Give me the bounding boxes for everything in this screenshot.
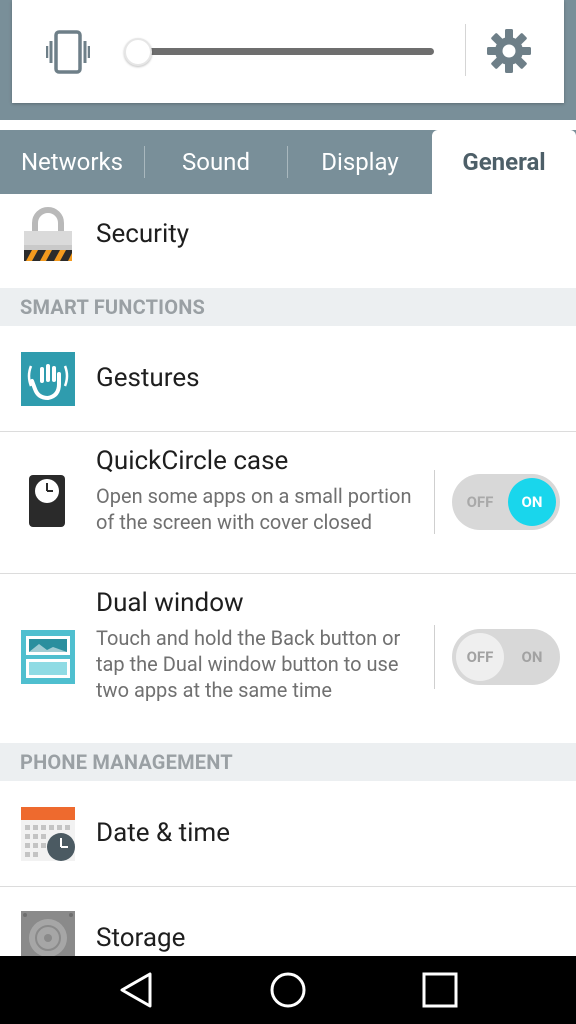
quickcircle-description: Open some apps on a small portion of the… bbox=[96, 484, 412, 534]
vibrate-icon[interactable] bbox=[46, 29, 90, 75]
quickcircle-title: QuickCircle case bbox=[96, 446, 289, 476]
card-divider bbox=[465, 24, 466, 76]
quickcircle-case-icon bbox=[29, 475, 65, 527]
storage-icon bbox=[21, 911, 75, 956]
calendar-clock-icon bbox=[21, 807, 75, 861]
toggle-on-label: ON bbox=[521, 493, 543, 511]
list-item-gestures[interactable]: Gestures bbox=[0, 326, 576, 432]
dual-window-toggle[interactable]: OFF ON bbox=[452, 629, 560, 685]
home-icon[interactable] bbox=[268, 970, 308, 1010]
list-item-quickcircle-case[interactable]: QuickCircle case Open some apps on a sma… bbox=[0, 432, 576, 574]
section-header-smart-functions: SMART FUNCTIONS bbox=[0, 288, 576, 326]
hand-gesture-icon bbox=[21, 352, 75, 406]
padlock-icon bbox=[24, 207, 72, 261]
tab-sound[interactable]: Sound bbox=[144, 130, 288, 194]
dual-window-icon bbox=[21, 630, 75, 684]
volume-card bbox=[12, 0, 564, 103]
list-item-storage[interactable]: Storage bbox=[0, 887, 576, 956]
tab-display[interactable]: Display bbox=[288, 130, 432, 194]
quickcircle-toggle[interactable]: OFF ON bbox=[452, 474, 560, 530]
list-item-security[interactable]: Security bbox=[0, 194, 576, 288]
storage-title: Storage bbox=[96, 923, 186, 953]
section-header-phone-management: PHONE MANAGEMENT bbox=[0, 743, 576, 781]
tab-general[interactable]: General bbox=[432, 130, 576, 194]
list-item-dual-window[interactable]: Dual window Touch and hold the Back butt… bbox=[0, 574, 576, 743]
row-vertical-divider bbox=[434, 625, 435, 689]
navigation-bar bbox=[0, 956, 576, 1024]
volume-slider-thumb[interactable] bbox=[124, 38, 152, 66]
security-title: Security bbox=[96, 219, 190, 249]
toggle-on-label: ON bbox=[521, 648, 543, 666]
volume-slider-track[interactable] bbox=[138, 48, 434, 55]
tab-networks[interactable]: Networks bbox=[0, 130, 144, 194]
toggle-off-label: OFF bbox=[466, 493, 494, 511]
back-icon[interactable] bbox=[116, 970, 156, 1010]
gear-icon[interactable] bbox=[485, 27, 533, 75]
dual-window-title: Dual window bbox=[96, 588, 244, 618]
gestures-title: Gestures bbox=[96, 363, 200, 393]
date-time-title: Date & time bbox=[96, 818, 230, 848]
dual-window-description: Touch and hold the Back button or tap th… bbox=[96, 626, 401, 702]
volume-slider[interactable] bbox=[124, 32, 448, 72]
settings-tab-bar: Networks Sound Display General bbox=[0, 130, 576, 194]
list-item-date-time[interactable]: Date & time bbox=[0, 781, 576, 887]
toggle-off-label: OFF bbox=[466, 648, 494, 666]
row-vertical-divider bbox=[434, 470, 435, 534]
quick-settings-area bbox=[0, 0, 576, 120]
recent-apps-icon[interactable] bbox=[420, 970, 460, 1010]
